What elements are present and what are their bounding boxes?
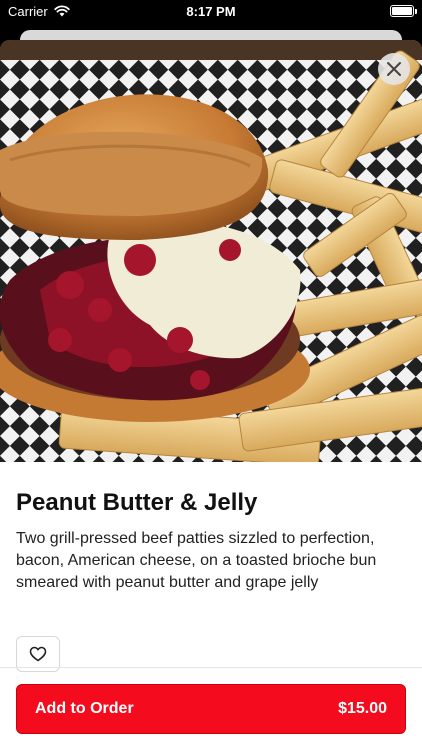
carrier-label: Carrier bbox=[8, 3, 48, 19]
footer-divider bbox=[0, 667, 422, 668]
item-detail-sheet: Peanut Butter & Jelly Two grill-pressed … bbox=[0, 40, 422, 750]
add-to-order-button[interactable]: Add to Order $15.00 bbox=[16, 684, 406, 734]
item-details: Peanut Butter & Jelly Two grill-pressed … bbox=[16, 488, 406, 594]
wifi-icon bbox=[54, 5, 70, 17]
battery-icon bbox=[390, 5, 417, 17]
status-bar: Carrier 8:17 PM bbox=[0, 0, 422, 22]
add-to-order-label: Add to Order bbox=[35, 700, 134, 717]
burger-with-fries-photo bbox=[0, 40, 422, 462]
item-description: Two grill-pressed beef patties sizzled t… bbox=[16, 530, 377, 591]
close-button[interactable] bbox=[378, 53, 410, 85]
item-price: $15.00 bbox=[338, 700, 387, 717]
status-left: Carrier bbox=[8, 4, 70, 19]
item-photo bbox=[0, 40, 422, 462]
close-icon bbox=[387, 62, 401, 76]
heart-icon bbox=[29, 646, 47, 662]
item-title: Peanut Butter & Jelly bbox=[16, 489, 258, 516]
